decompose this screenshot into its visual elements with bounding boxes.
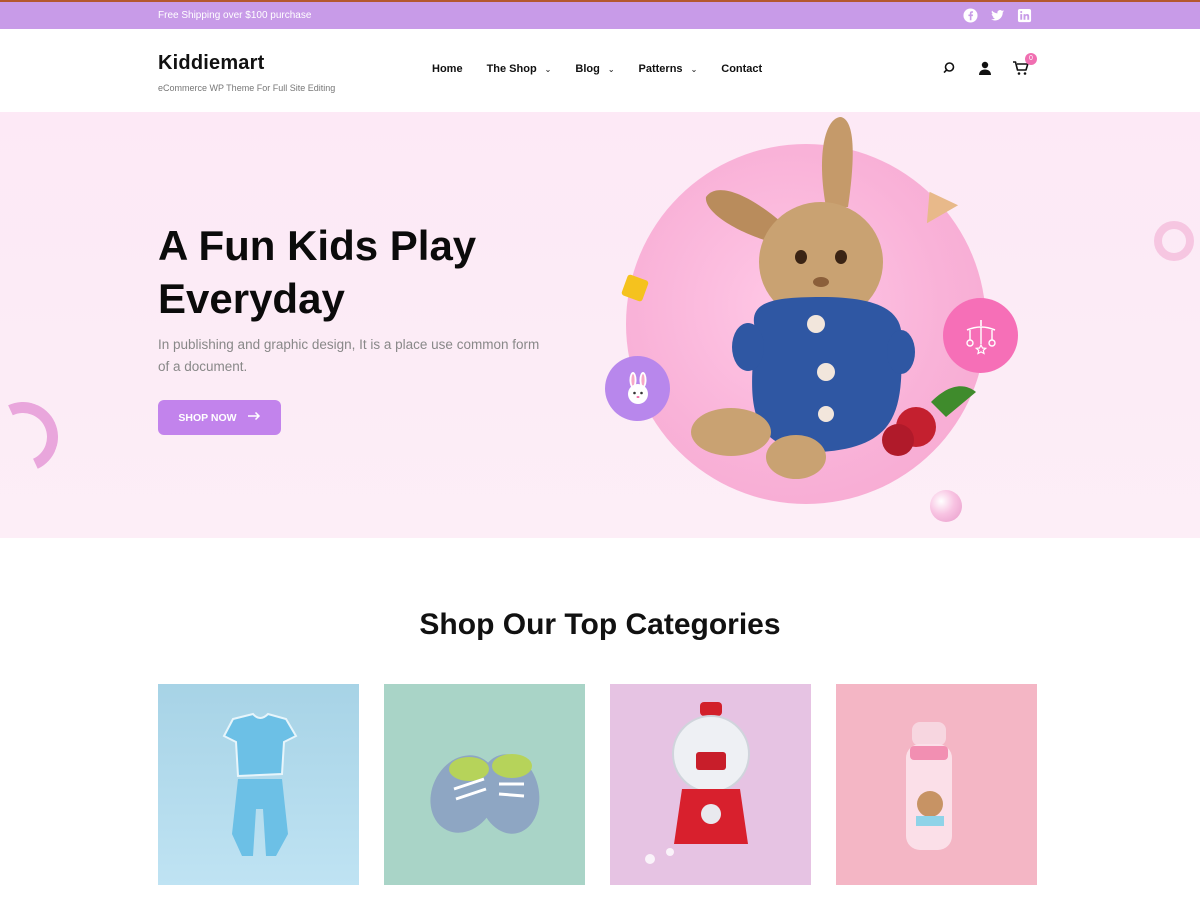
twitter-icon[interactable] — [990, 8, 1005, 23]
hero-description: In publishing and graphic design, It is … — [158, 337, 540, 374]
linkedin-icon[interactable] — [1017, 8, 1032, 23]
category-card-candy-machine[interactable] — [610, 684, 811, 885]
hero-title: A Fun Kids Play Everyday — [158, 222, 477, 322]
decorative-arc — [0, 392, 68, 482]
baby-mobile-icon — [965, 319, 996, 355]
bunny-icon — [627, 371, 648, 404]
bunny-badge — [605, 356, 670, 421]
nav-label: The Shop — [486, 63, 537, 75]
hero-banner: A Fun Kids Play Everyday In publishing a… — [0, 112, 1200, 538]
decorative-ball — [930, 490, 962, 522]
arrow-right-icon — [247, 411, 261, 424]
baby-shoes-image — [384, 684, 585, 885]
baby-bottle-image — [836, 684, 1037, 885]
nav-item-the-shop[interactable]: The Shop ⌄ — [487, 63, 552, 75]
chevron-down-icon: ⌄ — [690, 64, 698, 74]
chevron-down-icon: ⌄ — [544, 64, 552, 74]
cart-icon[interactable]: 0 — [1012, 53, 1037, 77]
baby-clothes-image — [158, 684, 359, 885]
nav-label: Home — [432, 63, 463, 75]
category-grid — [158, 684, 1037, 885]
site-header: Kiddiemart eCommerce WP Theme For Full S… — [0, 29, 1200, 112]
account-icon[interactable] — [976, 59, 994, 77]
nav-item-patterns[interactable]: Patterns ⌄ — [639, 63, 698, 75]
top-announcement-bar: Free Shipping over $100 purchase — [0, 0, 1200, 29]
cart-count-badge: 0 — [1025, 53, 1037, 65]
categories-heading: Shop Our Top Categories — [419, 608, 781, 641]
search-icon[interactable] — [940, 59, 958, 77]
shipping-notice: Free Shipping over $100 purchase — [158, 10, 312, 21]
facebook-icon[interactable] — [963, 8, 978, 23]
category-card-baby-bottle[interactable] — [836, 684, 1037, 885]
main-navigation: Home The Shop ⌄ Blog ⌄ Patterns ⌄ Contact — [432, 63, 786, 75]
category-card-baby-shoes[interactable] — [384, 684, 585, 885]
social-links — [963, 8, 1032, 23]
nav-item-blog[interactable]: Blog ⌄ — [575, 63, 614, 75]
candy-machine-image — [610, 684, 811, 885]
nav-label: Patterns — [638, 63, 683, 75]
decorative-ring — [1154, 221, 1194, 261]
shop-now-label: SHOP NOW — [178, 411, 237, 424]
chevron-down-icon: ⌄ — [607, 64, 615, 74]
nav-item-home[interactable]: Home — [432, 63, 463, 75]
category-card-baby-clothes[interactable] — [158, 684, 359, 885]
shop-now-button[interactable]: SHOP NOW — [158, 400, 281, 435]
mobile-toy-badge — [943, 298, 1018, 373]
nav-item-contact[interactable]: Contact — [721, 63, 762, 75]
site-logo[interactable]: Kiddiemart — [158, 52, 264, 75]
header-actions: 0 — [940, 53, 1037, 77]
nav-label: Blog — [575, 63, 600, 75]
site-tagline: eCommerce WP Theme For Full Site Editing — [158, 83, 336, 93]
nav-label: Contact — [721, 63, 763, 75]
teddy-bunny-image — [691, 117, 976, 479]
